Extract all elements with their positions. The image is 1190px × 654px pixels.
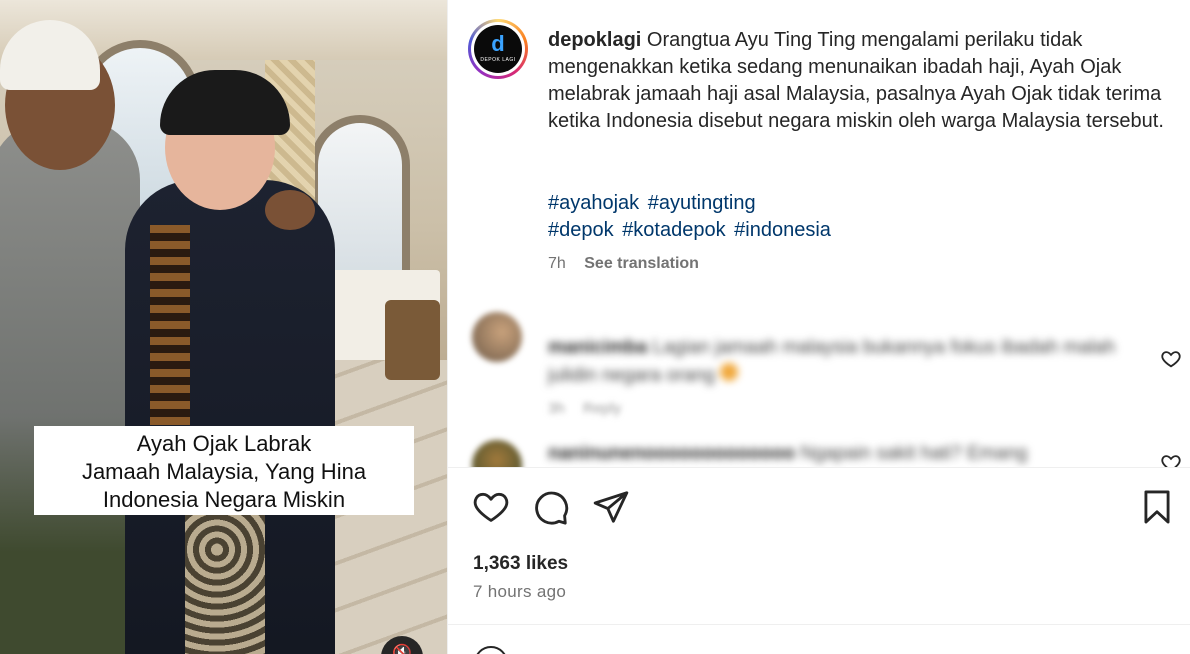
avatar[interactable] bbox=[472, 440, 522, 467]
hashtag-link[interactable]: #kotadepok bbox=[622, 219, 725, 241]
like-count[interactable]: 1,363 likes bbox=[473, 553, 568, 575]
caption-body: Orangtua Ayu Ting Ting mengalami perilak… bbox=[548, 29, 1164, 132]
emoji-icon bbox=[720, 363, 739, 381]
hashtag-link[interactable]: #ayutingting bbox=[648, 192, 756, 214]
divider bbox=[448, 467, 1190, 468]
like-comment-heart-icon[interactable] bbox=[1160, 452, 1182, 467]
hashtag-link[interactable]: #indonesia bbox=[734, 219, 831, 241]
post-timestamp[interactable]: 7 hours ago bbox=[473, 582, 566, 602]
save-bookmark-icon[interactable] bbox=[1138, 488, 1176, 526]
comment-list[interactable]: manicimba Lagian jamaah malaysia bukanny… bbox=[448, 290, 1190, 467]
post-caption: depoklagi Orangtua Ayu Ting Ting mengala… bbox=[548, 27, 1168, 135]
video-caption-line: Ayah Ojak Labrak bbox=[136, 431, 312, 456]
video-caption-box: Ayah Ojak Labrak Jamaah Malaysia, Yang H… bbox=[34, 426, 414, 515]
emoji-picker-icon[interactable] bbox=[474, 646, 508, 654]
post-panel: d DEPOK LAGI depoklagi Orangtua Ayu Ting… bbox=[447, 0, 1190, 654]
hashtag-list: #ayahojak #ayutingting #depok #kotadepok… bbox=[548, 190, 1168, 244]
hashtag-link[interactable]: #depok bbox=[548, 219, 614, 241]
speaker-muted-icon: 🔇 bbox=[392, 645, 412, 654]
like-heart-icon[interactable] bbox=[472, 488, 510, 526]
avatar-logo-icon: d bbox=[491, 31, 505, 56]
comment-username[interactable]: manicimba bbox=[548, 337, 647, 358]
comment-text: Ngapain sakit hati? Emang bbox=[800, 443, 1028, 464]
story-ring[interactable]: d DEPOK LAGI bbox=[468, 19, 528, 79]
media-person bbox=[265, 190, 315, 230]
post-meta: 7h See translation bbox=[548, 255, 699, 273]
hashtag-link[interactable]: #ayahojak bbox=[548, 192, 639, 214]
username-link[interactable]: depoklagi bbox=[548, 29, 641, 51]
reply-button[interactable]: Reply bbox=[583, 400, 621, 417]
avatar[interactable] bbox=[472, 312, 522, 362]
divider bbox=[448, 624, 1190, 625]
comment-age: 3h bbox=[548, 400, 565, 417]
media-person bbox=[150, 225, 190, 425]
share-paper-plane-icon[interactable] bbox=[592, 488, 630, 526]
post-age: 7h bbox=[548, 255, 566, 272]
media-person bbox=[0, 120, 140, 654]
media-scene bbox=[385, 300, 440, 380]
comment-username[interactable]: naninunenooooooooooooo bbox=[548, 443, 795, 464]
see-translation-button[interactable]: See translation bbox=[584, 255, 699, 272]
like-comment-heart-icon[interactable] bbox=[1160, 348, 1182, 370]
post-media[interactable]: Ayah Ojak Labrak Jamaah Malaysia, Yang H… bbox=[0, 0, 447, 654]
video-caption-line: Indonesia Negara Miskin bbox=[102, 487, 346, 512]
video-caption-line: Jamaah Malaysia, Yang Hina bbox=[81, 459, 367, 484]
comment-bubble-icon[interactable] bbox=[532, 488, 570, 526]
avatar-logo-text: DEPOK LAGI bbox=[480, 57, 516, 63]
action-bar bbox=[472, 488, 1172, 528]
avatar[interactable]: d DEPOK LAGI bbox=[474, 25, 522, 73]
